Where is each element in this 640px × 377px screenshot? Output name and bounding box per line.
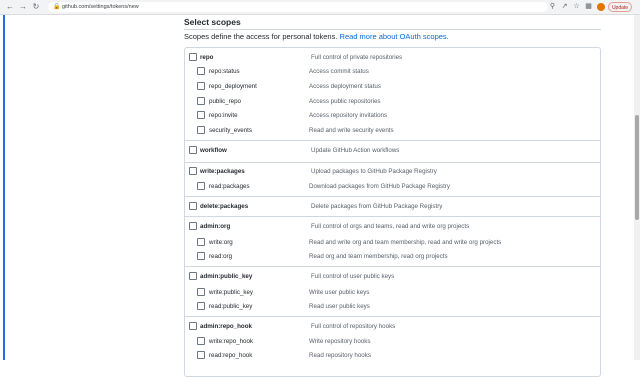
scope-description: Write repository hooks [309,338,371,345]
extensions-icon[interactable]: ▦ [584,2,593,12]
scope-checkbox[interactable] [197,126,205,134]
scope-name: security_events [209,127,252,134]
scope-row: admin:org Full control of orgs and teams,… [0,221,640,232]
scope-name: public_repo [209,98,241,105]
profile-avatar[interactable] [597,3,605,11]
scope-name: delete:packages [200,203,249,210]
oauth-scopes-link[interactable]: Read more about OAuth scopes. [340,32,449,41]
scope-row: read:org Read org and team membership, re… [0,251,640,262]
scope-group-divider [185,162,600,163]
lock-icon[interactable]: 🔒 [53,2,60,12]
scope-row: write:org Read and write org and team mem… [0,237,640,248]
forward-icon[interactable]: → [19,2,27,12]
scope-description: Update GitHub Action workflows [311,147,400,154]
scope-name: read:org [209,253,233,260]
scope-row: write:packages Upload packages to GitHub … [0,166,640,177]
scope-description: Write user public keys [309,289,370,296]
scope-checkbox[interactable] [197,111,205,119]
scope-group-divider [185,140,600,141]
scope-row: repo:invite Access repository invitations [0,110,640,121]
scope-name: read:public_key [209,303,253,310]
scope-description: Full control of private repositories [311,54,403,61]
scope-row: write:public_key Write user public keys [0,287,640,298]
scope-row: write:repo_hook Write repository hooks [0,336,640,347]
scopes-description-text: Scopes define the access for personal to… [184,32,338,41]
scope-name: workflow [200,147,227,154]
page-title: Select scopes [184,17,241,27]
share-icon[interactable]: ↗ [560,2,569,12]
scope-description: Read user public keys [309,303,370,310]
scope-checkbox[interactable] [197,288,205,296]
scope-group-divider [185,266,600,267]
scope-group-divider [185,216,600,217]
scope-name: admin:public_key [200,273,253,280]
scope-description: Access public repositories [309,98,381,105]
scope-row: admin:public_key Full control of user pub… [0,271,640,282]
scope-group-divider [185,196,600,197]
scope-checkbox[interactable] [189,322,197,330]
scope-description: Read and write security events [309,127,394,134]
scope-description: Read org and team membership, read org p… [309,253,448,260]
scope-checkbox[interactable] [197,351,205,359]
scope-name: read:packages [209,183,250,190]
star-icon[interactable]: ☆ [572,2,581,12]
scope-checkbox[interactable] [197,238,205,246]
scope-name: write:public_key [209,289,254,296]
scope-checkbox[interactable] [189,167,197,175]
scope-checkbox[interactable] [197,337,205,345]
update-button[interactable]: Update [608,2,632,12]
scope-checkbox[interactable] [189,146,197,154]
scope-checkbox[interactable] [189,272,197,280]
scope-name: repo [200,54,214,61]
scope-name: admin:repo_hook [200,323,252,330]
scope-checkbox[interactable] [197,67,205,75]
scope-description: Access repository invitations [309,112,388,119]
scope-name: write:repo_hook [209,338,254,345]
scope-name: read:repo_hook [209,352,253,359]
scope-description: Upload packages to GitHub Package Regist… [311,168,437,175]
scope-checkbox[interactable] [197,82,205,90]
scopes-description: Scopes define the access for personal to… [184,31,449,42]
scope-description: Full control of repository hooks [311,323,396,330]
scope-row: read:repo_hook Read repository hooks [0,350,640,361]
scope-description: Full control of orgs and teams, read and… [311,223,470,230]
scope-row: repo Full control of private repositories [0,52,640,63]
scope-description: Access deployment status [309,83,381,90]
scope-description: Access commit status [309,68,369,75]
scope-checkbox[interactable] [189,222,197,230]
scope-row: admin:repo_hook Full control of repositor… [0,321,640,332]
scope-group-divider [185,316,600,317]
search-icon[interactable]: ⚲ [548,2,557,12]
reload-icon[interactable]: ↻ [32,2,40,12]
scope-name: repo:status [209,68,240,75]
scope-row: workflow Update GitHub Action workflows [0,145,640,156]
scope-checkbox[interactable] [197,97,205,105]
scope-row: read:public_key Read user public keys [0,301,640,312]
scope-name: repo:invite [209,112,238,119]
scope-description: Read and write org and team membership, … [309,239,502,246]
scope-row: read:packages Download packages from GitH… [0,181,640,192]
scope-description: Read repository hooks [309,352,371,359]
scope-checkbox[interactable] [189,202,197,210]
scope-row: public_repo Access public repositories [0,96,640,107]
scope-row: security_events Read and write security e… [0,125,640,136]
scope-checkbox[interactable] [197,302,205,310]
title-divider [184,29,601,30]
scope-name: repo_deployment [209,83,257,90]
scope-checkbox[interactable] [189,53,197,61]
scope-name: write:packages [200,168,245,175]
scope-row: repo_deployment Access deployment status [0,81,640,92]
scope-checkbox[interactable] [197,252,205,260]
scope-name: write:org [209,239,233,246]
scope-row: repo:status Access commit status [0,66,640,77]
scope-checkbox[interactable] [197,182,205,190]
scope-description: Full control of user public keys [311,273,395,280]
scope-description: Delete packages from GitHub Package Regi… [311,203,443,210]
scope-row: delete:packages Delete packages from GitH… [0,201,640,212]
scope-description: Download packages from GitHub Package Re… [309,183,451,190]
browser-toolbar: ← → ↻ 🔒 github.com/settings/tokens/new ⚲… [0,0,640,15]
scope-name: admin:org [200,223,231,230]
url-text[interactable]: github.com/settings/tokens/new [62,2,139,12]
back-icon[interactable]: ← [6,2,14,12]
